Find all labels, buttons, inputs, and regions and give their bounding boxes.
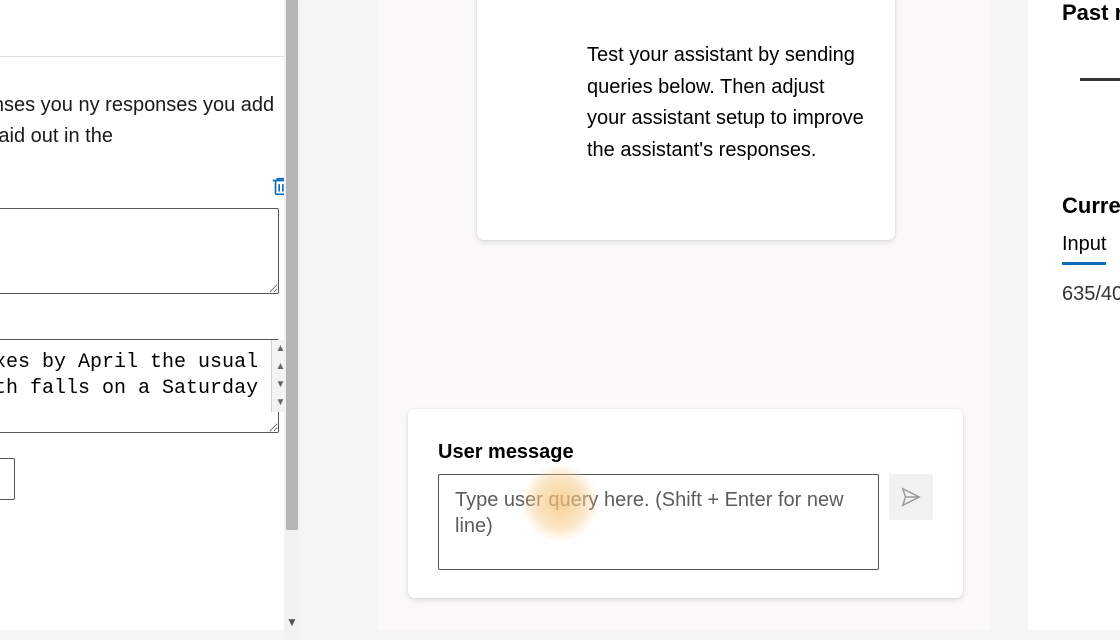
setup-panel: e chat what responses you ny responses y…: [0, 0, 300, 630]
example-user-input[interactable]: [0, 208, 279, 294]
left-scrollbar-track[interactable]: ▼: [284, 0, 300, 640]
chat-icon: [507, 0, 563, 4]
user-message-label: User message: [438, 441, 933, 464]
past-heading: Past r: [1062, 0, 1120, 26]
user-message-card: User message: [408, 409, 963, 598]
scroll-down-arrow[interactable]: ▼: [284, 615, 300, 631]
right-panel: Past r Curre Input 635/40: [1028, 0, 1120, 630]
token-count: 635/40: [1062, 283, 1120, 306]
tab-input[interactable]: Input: [1062, 233, 1106, 265]
chat-panel: Test your assistant by sending queries b…: [378, 0, 990, 630]
left-scrollbar-thumb[interactable]: [286, 0, 298, 530]
send-button[interactable]: [889, 474, 933, 520]
examples-instructions: e chat what responses you ny responses y…: [0, 0, 290, 172]
extra-input[interactable]: [0, 458, 15, 500]
chat-intro-text: Test your assistant by sending queries b…: [587, 0, 865, 210]
chat-intro-card: Test your assistant by sending queries b…: [477, 0, 895, 240]
user-message-input[interactable]: [438, 474, 879, 570]
current-heading: Curre: [1062, 193, 1120, 219]
heading-underline: [1080, 78, 1120, 81]
example-assistant-input[interactable]: [0, 339, 279, 433]
